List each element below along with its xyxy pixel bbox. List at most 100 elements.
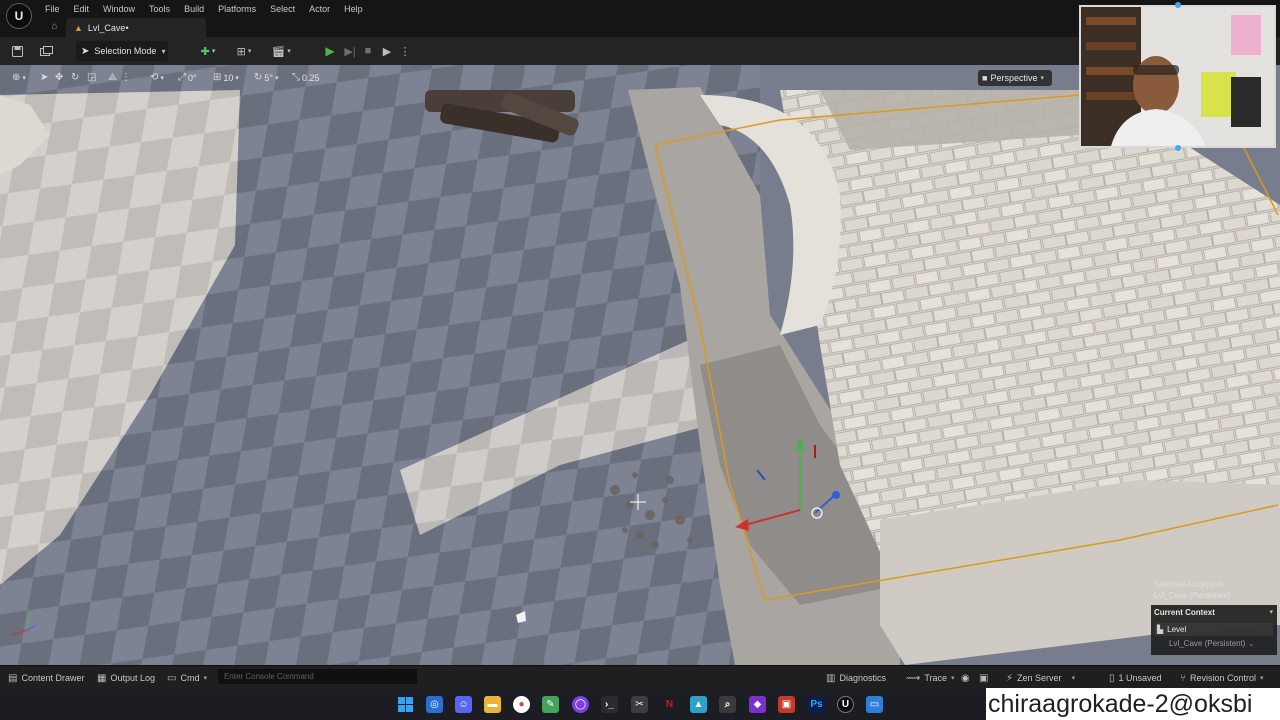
angle-snap-icon: ↻	[254, 72, 263, 83]
selection-mode-label: Selection Mode	[94, 46, 157, 56]
menu-file[interactable]: File	[38, 4, 67, 14]
context-level-row[interactable]: ▙ Level	[1155, 623, 1273, 636]
add-actor-button[interactable]: ✚ ▾	[195, 43, 221, 59]
console-command-input[interactable]	[218, 669, 417, 684]
play-icon: ▶	[325, 44, 335, 58]
diagnostics-button[interactable]: ▥ Diagnostics	[826, 671, 886, 685]
rotation-snap-button[interactable]: ⤢ 0°	[178, 70, 197, 85]
more-options-icon[interactable]: ⋮	[400, 43, 411, 59]
translate-tool-button[interactable]: ✥	[55, 70, 63, 85]
zen-server-dropdown[interactable]: ⚡ Zen Server ▾	[1006, 671, 1075, 685]
recorder-icon[interactable]: ▣	[778, 696, 795, 713]
context-level-value: Lvl_Cave (Persistent)	[1169, 639, 1246, 648]
terminal-icon: ▭	[167, 672, 177, 684]
select-tool-button[interactable]: ➤	[40, 70, 48, 85]
netflix-icon[interactable]: N	[661, 696, 678, 713]
rotation-snap-value: 0°	[188, 72, 197, 83]
angle-snap-value: 5°	[264, 72, 273, 83]
content-drawer-button[interactable]: ▤ Content Drawer	[8, 671, 84, 685]
level-icon: ▲	[74, 22, 83, 33]
selected-actor-info: Selected Actor(s) in Lvl_Cave (Persisten…	[1154, 579, 1274, 601]
selection-mode-dropdown[interactable]: ➤ Selection Mode ▾	[76, 41, 168, 61]
record-icon: ◉	[961, 672, 970, 684]
github-icon[interactable]: ◯	[572, 696, 589, 713]
view-mode-dropdown[interactable]: ■ Perspective ▾	[978, 70, 1052, 86]
menu-build[interactable]: Build	[177, 4, 211, 14]
terminal-icon[interactable]: ›_	[601, 696, 618, 713]
overlay-handle-icon[interactable]	[1175, 2, 1181, 8]
rotate-tool-button[interactable]: ↻	[71, 70, 79, 85]
menu-actor[interactable]: Actor	[302, 4, 337, 14]
store-icon[interactable]: ◎	[426, 696, 443, 713]
cmd-dropdown[interactable]: ▭ Cmd ▾	[167, 671, 207, 685]
level-viewport[interactable]: ⊕ ▾ ➤ ✥ ↻ ◲ ⟁ ⋮ ⟲ ▾ ⤢ 0° ⊞ 10 ▾ ↻ 5° ▾ ⤡ 0…	[0, 65, 1280, 665]
chevron-down-icon: ▾	[160, 74, 164, 82]
photos-icon[interactable]: ▲	[690, 696, 707, 713]
chevron-down-icon[interactable]: ▾	[1269, 608, 1273, 616]
output-log-button[interactable]: ▦ Output Log	[97, 671, 155, 685]
screen-icon[interactable]: ▭	[866, 696, 883, 713]
output-log-label: Output Log	[110, 673, 155, 683]
launch-icon: ▶	[382, 45, 392, 58]
menu-tools[interactable]: Tools	[142, 4, 177, 14]
context-level-label: Level	[1167, 625, 1187, 634]
angle-snap-button[interactable]: ↻ 5° ▾	[254, 70, 279, 85]
discord-icon[interactable]: ☺	[455, 696, 472, 713]
level-icon: ▙	[1157, 625, 1164, 634]
blueprint-icon: ⊞	[236, 45, 246, 58]
save-icon[interactable]	[10, 43, 24, 59]
stop-button[interactable]: ■	[362, 43, 374, 59]
chrome-icon[interactable]: ●	[513, 696, 530, 713]
scale-snap-button[interactable]: ⤡ 0.25	[292, 70, 320, 85]
blueprint-button[interactable]: ⊞ ▾	[231, 43, 257, 59]
grid-snap-button[interactable]: ⊞ 10 ▾	[213, 70, 239, 85]
viewport-options-button[interactable]: ⊕ ▾	[12, 70, 26, 85]
menu-select[interactable]: Select	[263, 4, 302, 14]
chevron-down-icon: ▾	[211, 48, 216, 55]
unreal-logo-icon[interactable]: U	[6, 3, 32, 29]
trace-dropdown[interactable]: ⟿ Trace ▾	[906, 671, 955, 685]
surface-snap-button[interactable]: ⟲ ▾	[150, 70, 164, 85]
menu-edit[interactable]: Edit	[67, 4, 97, 14]
menu-help[interactable]: Help	[337, 4, 370, 14]
revision-control-dropdown[interactable]: ⑂ Revision Control ▾	[1180, 671, 1264, 685]
menu-platforms[interactable]: Platforms	[211, 4, 263, 14]
menu-window[interactable]: Window	[96, 4, 142, 14]
step-button[interactable]: ▶|	[343, 43, 357, 59]
chevron-down-icon: ▾	[22, 74, 26, 82]
viewport-scene[interactable]	[0, 65, 1280, 665]
status-bar: ▤ Content Drawer ▦ Output Log ▭ Cmd ▾ ▥ …	[0, 665, 1280, 689]
context-level-value-row[interactable]: Lvl_Cave (Persistent) ⌄	[1169, 639, 1254, 648]
notepad-icon[interactable]: ✎	[542, 696, 559, 713]
chevron-down-icon: ▾	[951, 675, 955, 682]
scale-tool-button[interactable]: ◲	[87, 70, 96, 85]
launch-button[interactable]: ▶	[380, 43, 394, 59]
search-app-icon[interactable]: ⌕	[719, 696, 736, 713]
diagnostics-icon: ▥	[826, 672, 836, 684]
photoshop-icon[interactable]: Ps	[808, 696, 825, 713]
browse-content-icon[interactable]	[38, 43, 54, 59]
unreal-engine-icon[interactable]: U	[837, 696, 854, 713]
stop-icon: ■	[364, 45, 372, 57]
unsaved-button[interactable]: ▯ 1 Unsaved	[1109, 671, 1162, 685]
unsaved-label: 1 Unsaved	[1118, 673, 1162, 683]
cinematics-button[interactable]: 🎬︎ ▾	[268, 43, 294, 59]
record-button[interactable]: ◉	[961, 671, 970, 685]
chevron-down-icon: ▾	[275, 74, 279, 82]
home-icon[interactable]: ⌂	[49, 21, 60, 32]
level-tab[interactable]: ▲ Lvl_Cave•	[66, 18, 206, 37]
overlay-handle-icon[interactable]	[1175, 145, 1181, 151]
snipping-tool-icon[interactable]: ✂	[631, 696, 648, 713]
screenshot-button[interactable]: ▣	[979, 671, 988, 685]
play-button[interactable]: ▶	[323, 43, 337, 59]
file-explorer-icon[interactable]: ▬	[484, 696, 501, 713]
current-context-panel: Current Context ▾ ▙ Level Lvl_Cave (Pers…	[1151, 605, 1277, 655]
visual-studio-icon[interactable]: ◆	[749, 696, 766, 713]
coordinate-space-button[interactable]: ⟁	[108, 70, 117, 85]
surface-snap-icon: ⟲	[150, 72, 159, 83]
start-menu-icon[interactable]	[397, 696, 414, 713]
viewport-more-button[interactable]: ⋮	[121, 70, 131, 85]
payment-id-watermark: chiraagrokade-2@oksbi	[986, 688, 1280, 720]
watermark-text: chiraagrokade-2@oksbi	[988, 690, 1253, 718]
selected-actor-line1: Selected Actor(s) in	[1154, 580, 1224, 589]
